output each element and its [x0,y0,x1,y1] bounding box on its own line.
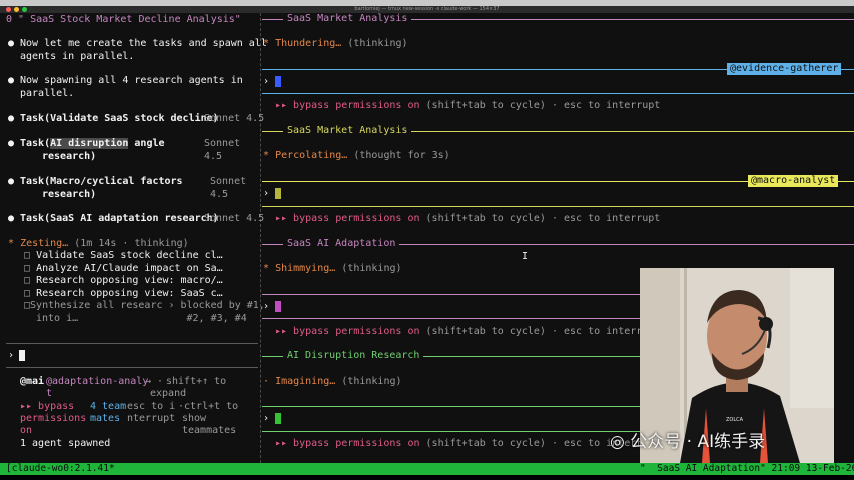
task-model: Sonnet 4.5 [204,113,265,124]
window-title: bartlomiej — tmux new-session -s claude-… [354,6,500,12]
shift-hint-cont: expand [150,388,187,399]
tmux-clock: " SaaS AI Adaptation" 21:09 13-Feb-26 [640,463,854,474]
spinner-star-icon: * [263,38,270,49]
todo-item: □ Research opposing view: SaaS c… [24,288,223,299]
pane-divider [260,13,262,463]
bypass-indicator: ▸▸ bypass [20,401,75,412]
task-bullet-icon: ● [8,213,15,224]
task-name[interactable]: Task(Macro/cyclical factors [20,176,183,189]
bypass-status: ▸▸ bypass permissions on (shift+tab to c… [275,100,661,111]
team-count-cont: mates [90,413,121,424]
tmux-session-label[interactable]: [claude-wo0:2.1.41* [6,463,115,475]
task-bullet-icon: ● [8,176,15,187]
text-cursor-icon: I [522,251,529,262]
task-model: Sonnet 4.5 [204,213,265,224]
agent-status: * Percolating… (thought for 3s) [263,150,450,161]
task-model-cont: 4.5 [204,151,223,162]
spinner-star-icon: * [263,150,270,161]
spinner-dot-icon: · [263,376,270,387]
input-cursor[interactable] [19,350,25,361]
bypass-status: ▸▸ bypass permissions on (shift+tab to c… [275,326,661,337]
agent-input-cursor[interactable] [275,413,281,424]
watermark: ◎ 公众号 · AI练手录 [610,432,766,452]
task-name-cont: research) [42,189,97,200]
task-model-cont: 4.5 [210,189,229,200]
input-rule-bottom [6,367,258,368]
checkbox-icon: □ [24,275,31,286]
bypass-indicator-cont: permissions [20,413,87,424]
task-name[interactable]: Task(SaaS AI adaptation research) [20,213,219,226]
agent-tag-evidence-gatherer: @evidence-gatherer [727,63,842,75]
pane-input-rule [262,294,640,295]
task-name-cont: research) [42,151,97,162]
arrow-sep: → · [145,376,164,387]
pane-input-rule [262,406,640,407]
agent-tag-macro-analyst: @macro-analyst [748,175,839,187]
task-name[interactable]: Task(Validate SaaS stock decline) [20,113,219,126]
agent-status: · Imagining… (thinking) [263,376,402,387]
esc-hint-cont: nterrupt [127,413,176,424]
message-line: parallel. [20,88,75,99]
teammate-handle[interactable]: @adaptation-analy [46,376,148,389]
input-prompt-icon: › [263,188,270,199]
ctrl-t-hint-cont: teammates [182,425,237,436]
bypass-status: ▸▸ bypass permissions on (shift+tab to c… [275,438,661,449]
bypass-indicator-cont: on [20,425,33,436]
task-bullet-icon: ● [8,113,15,124]
task-model: Sonnet [204,138,241,149]
checkbox-icon: □ [24,263,31,274]
shift-hint: shift+↑ to [166,376,227,387]
esc-hint: esc to i [127,401,176,412]
input-prompt-icon: › [263,413,270,424]
team-count: 4 team [90,401,127,412]
pane-input-rule [262,431,640,432]
ctrl-t-hint-cont: show [182,413,207,424]
checkbox-icon: □ [24,288,31,299]
agent-input-cursor[interactable] [275,188,281,199]
spinner-star-icon: * [8,238,15,249]
spinner-star-icon: * [263,263,270,274]
agent-status: * Shimmying… (thinking) [263,263,402,274]
todo-item: □ Validate SaaS stock decline cl… [24,250,223,261]
tmux-status-bar: [claude-wo0:2.1.41* " SaaS AI Adaptation… [0,463,854,475]
todo-item: □Synthesize all researc › blocked by #1, [24,300,265,311]
message-line: agents in parallel. [20,51,135,62]
message-line: Now spawning all 4 research agents in [20,75,243,86]
bypass-status: ▸▸ bypass permissions on (shift+tab to c… [275,213,661,224]
agent-input-cursor[interactable] [275,301,281,312]
pane-title: AI Disruption Research [283,350,424,363]
agent-spawned-text: 1 agent spawned [20,438,111,449]
message-line: Now let me create the tasks and spawn al… [20,38,267,49]
todo-item: □ Analyze AI/Claude impact on Sa… [24,263,223,274]
pane-title: SaaS AI Adaptation [283,238,400,251]
task-bullet-icon: ● [8,138,15,149]
teammate-handle-cont: t [46,388,53,399]
message-bullet-icon: ● [8,38,15,49]
input-rule-top [6,343,258,344]
pane-input-rule [262,318,640,319]
user-handle: @mai [20,376,45,387]
left-pane-header: 0 " SaaS Stock Market Decline Analysis" [6,14,241,25]
todo-item-cont: into i… #2, #3, #4 [36,313,247,324]
pane-title: SaaS Market Analysis [283,125,412,138]
todo-item: □ Research opposing view: macro/… [24,275,223,286]
input-prompt-icon: › [263,76,270,87]
wechat-icon: ◎ [610,432,625,452]
pane-input-rule [262,206,854,207]
message-bullet-icon: ● [8,75,15,86]
checkbox-icon: □ [24,250,31,261]
pane-title: SaaS Market Analysis [283,13,412,26]
input-prompt-icon: › [263,301,270,312]
agent-input-cursor[interactable] [275,76,281,87]
bottom-strip [0,475,854,480]
spinner-line: * Zesting… (1m 14s · thinking) [8,238,189,249]
input-prompt-icon: › [8,350,15,361]
task-name[interactable]: Task(AI disruption angle [20,138,165,151]
task-model: Sonnet [210,176,247,187]
pane-input-rule [262,93,854,94]
ctrl-t-hint: ·ctrl+t to [178,401,239,412]
agent-status: * Thundering… (thinking) [263,38,408,49]
shirt-logo-text: ZOLCA [726,417,744,423]
